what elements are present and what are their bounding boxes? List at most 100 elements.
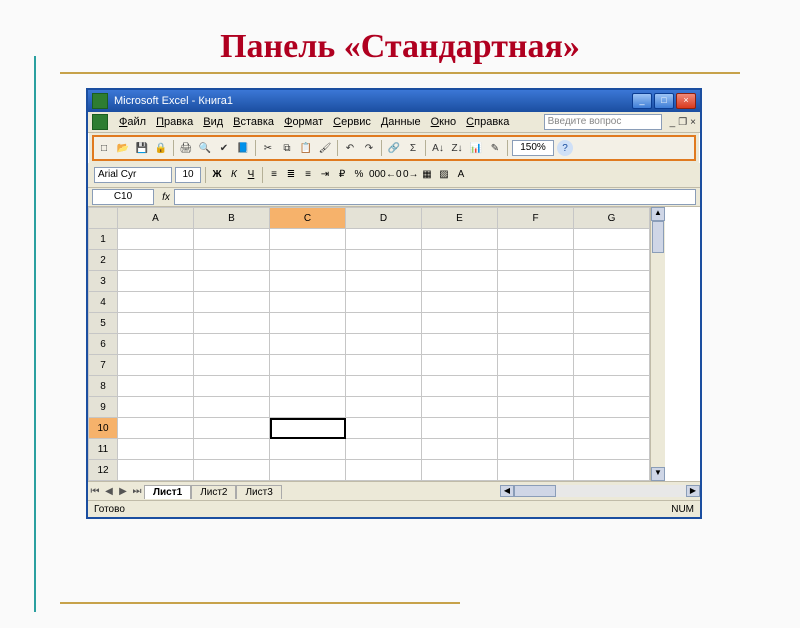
column-header-A[interactable]: A (118, 208, 194, 229)
cell-F12[interactable] (498, 460, 574, 481)
menu-формат[interactable]: Формат (279, 115, 328, 129)
row-header-2[interactable]: 2 (89, 250, 118, 271)
fill-button[interactable]: ▨ (437, 168, 451, 182)
cell-B8[interactable] (194, 376, 270, 397)
cell-G5[interactable] (574, 313, 650, 334)
cell-F7[interactable] (498, 355, 574, 376)
scroll-down-icon[interactable]: ▼ (651, 467, 665, 481)
cell-G12[interactable] (574, 460, 650, 481)
menu-файл[interactable]: Файл (114, 115, 151, 129)
cell-F11[interactable] (498, 439, 574, 460)
cell-D11[interactable] (346, 439, 422, 460)
cell-D3[interactable] (346, 271, 422, 292)
cell-G2[interactable] (574, 250, 650, 271)
cell-D2[interactable] (346, 250, 422, 271)
hyperlink-button[interactable]: 🔗 (386, 140, 402, 156)
cell-B9[interactable] (194, 397, 270, 418)
cell-E8[interactable] (422, 376, 498, 397)
cell-B11[interactable] (194, 439, 270, 460)
cell-B10[interactable] (194, 418, 270, 439)
merge-button[interactable]: ⇥ (318, 168, 332, 182)
cell-C8[interactable] (270, 376, 346, 397)
row-header-7[interactable]: 7 (89, 355, 118, 376)
tab-nav-prev-icon[interactable]: ◀ (102, 486, 116, 497)
cell-C1[interactable] (270, 229, 346, 250)
row-header-6[interactable]: 6 (89, 334, 118, 355)
cell-A12[interactable] (118, 460, 194, 481)
cell-E9[interactable] (422, 397, 498, 418)
print-button[interactable]: 🖨 (178, 140, 194, 156)
cell-D10[interactable] (346, 418, 422, 439)
formula-bar[interactable] (174, 189, 696, 205)
cell-B3[interactable] (194, 271, 270, 292)
cells-grid[interactable]: ABCDEFG123456789101112 (88, 207, 650, 481)
cell-F10[interactable] (498, 418, 574, 439)
autosum-button[interactable]: Σ (405, 140, 421, 156)
row-header-10[interactable]: 10 (89, 418, 118, 439)
cell-D8[interactable] (346, 376, 422, 397)
paste-button[interactable]: 📋 (298, 140, 314, 156)
cell-F1[interactable] (498, 229, 574, 250)
cell-D5[interactable] (346, 313, 422, 334)
cell-E2[interactable] (422, 250, 498, 271)
cell-E11[interactable] (422, 439, 498, 460)
cell-B5[interactable] (194, 313, 270, 334)
cell-B2[interactable] (194, 250, 270, 271)
cell-G1[interactable] (574, 229, 650, 250)
cell-B12[interactable] (194, 460, 270, 481)
cell-G6[interactable] (574, 334, 650, 355)
cell-A9[interactable] (118, 397, 194, 418)
cell-C3[interactable] (270, 271, 346, 292)
cell-G11[interactable] (574, 439, 650, 460)
column-header-D[interactable]: D (346, 208, 422, 229)
research-button[interactable]: 📘 (235, 140, 251, 156)
cell-C5[interactable] (270, 313, 346, 334)
cell-A4[interactable] (118, 292, 194, 313)
underline-button[interactable]: Ч (244, 168, 258, 182)
permission-button[interactable]: 🔒 (153, 140, 169, 156)
row-header-5[interactable]: 5 (89, 313, 118, 334)
row-header-4[interactable]: 4 (89, 292, 118, 313)
cell-E3[interactable] (422, 271, 498, 292)
cell-A2[interactable] (118, 250, 194, 271)
cut-button[interactable]: ✂ (260, 140, 276, 156)
cell-C4[interactable] (270, 292, 346, 313)
font-size-selector[interactable]: 10 (175, 167, 201, 183)
cell-E6[interactable] (422, 334, 498, 355)
maximize-button[interactable]: □ (654, 93, 674, 109)
cell-B6[interactable] (194, 334, 270, 355)
cell-G8[interactable] (574, 376, 650, 397)
cell-D1[interactable] (346, 229, 422, 250)
cell-F4[interactable] (498, 292, 574, 313)
borders-button[interactable]: ▦ (420, 168, 434, 182)
menu-правка[interactable]: Правка (151, 115, 198, 129)
column-header-E[interactable]: E (422, 208, 498, 229)
cell-D4[interactable] (346, 292, 422, 313)
cell-E7[interactable] (422, 355, 498, 376)
doc-close-button[interactable]: × (690, 117, 696, 128)
menu-справка[interactable]: Справка (461, 115, 514, 129)
cell-C11[interactable] (270, 439, 346, 460)
new-button[interactable]: □ (96, 140, 112, 156)
cell-E4[interactable] (422, 292, 498, 313)
cell-F9[interactable] (498, 397, 574, 418)
cell-E10[interactable] (422, 418, 498, 439)
vscroll-thumb[interactable] (652, 221, 664, 253)
dec-dec-button[interactable]: 0→ (403, 168, 417, 182)
spelling-button[interactable]: ✔ (216, 140, 232, 156)
font-name-selector[interactable]: Arial Cyr (94, 167, 172, 183)
cell-A8[interactable] (118, 376, 194, 397)
menu-вид[interactable]: Вид (198, 115, 228, 129)
doc-restore-button[interactable]: ❐ (678, 117, 687, 128)
menu-окно[interactable]: Окно (426, 115, 462, 129)
cell-B7[interactable] (194, 355, 270, 376)
italic-button[interactable]: К (227, 168, 241, 182)
row-header-11[interactable]: 11 (89, 439, 118, 460)
scroll-left-icon[interactable]: ◀ (500, 485, 514, 497)
name-box[interactable]: C10 (92, 189, 154, 205)
cell-A6[interactable] (118, 334, 194, 355)
cell-G7[interactable] (574, 355, 650, 376)
inc-dec-button[interactable]: ←0 (386, 168, 400, 182)
copy-button[interactable]: ⧉ (279, 140, 295, 156)
cell-B4[interactable] (194, 292, 270, 313)
